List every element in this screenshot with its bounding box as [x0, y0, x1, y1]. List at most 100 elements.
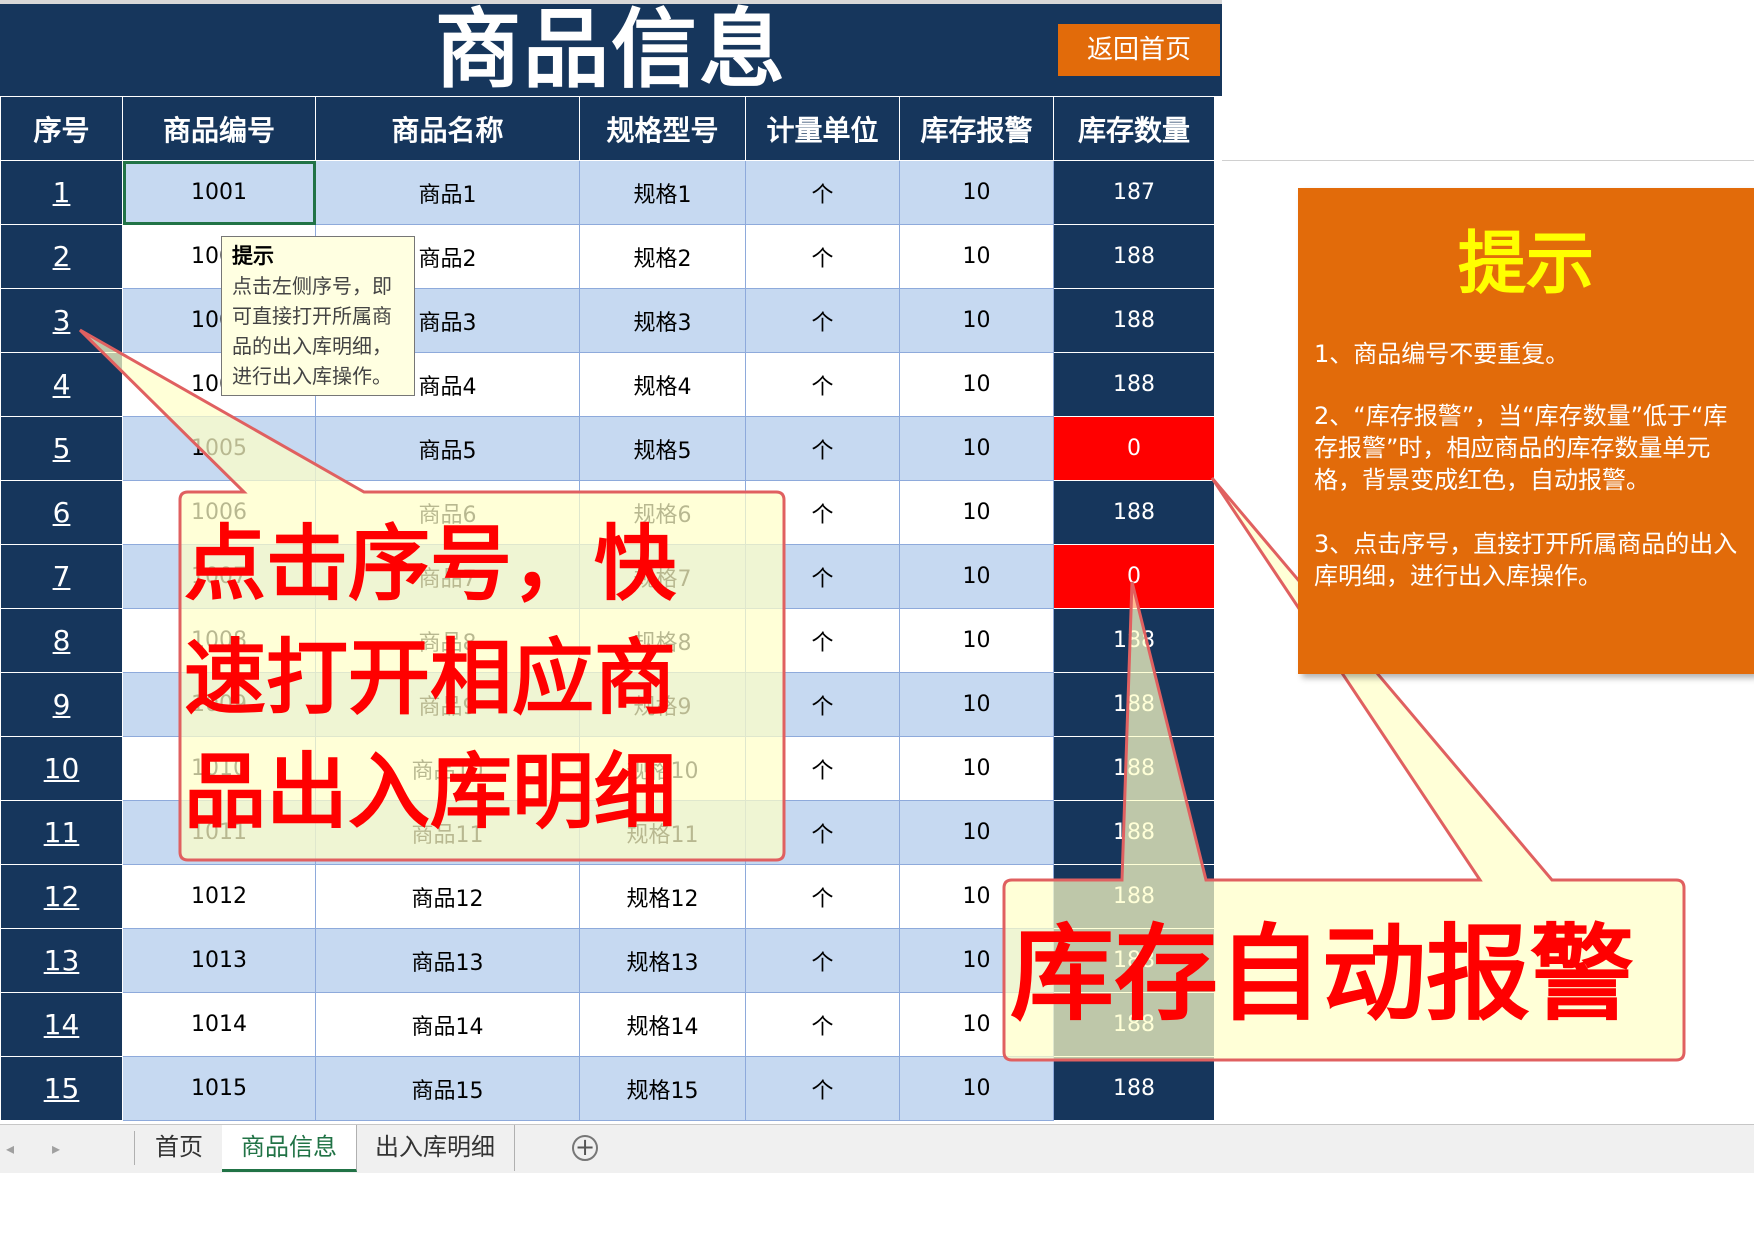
- cell-spec[interactable]: 规格12: [579, 864, 746, 929]
- comment-line: 进行出入库操作。: [232, 364, 392, 388]
- scroll-right-icon[interactable]: ▸: [52, 1139, 60, 1158]
- cell-alarm[interactable]: 10: [899, 736, 1054, 801]
- cell-unit[interactable]: 个: [745, 1056, 900, 1121]
- cell-qty[interactable]: 188: [1053, 288, 1215, 353]
- scroll-left-icon[interactable]: ◂: [6, 1139, 14, 1158]
- cell-spec[interactable]: 规格15: [579, 1056, 746, 1121]
- cell-spec[interactable]: 规格2: [579, 224, 746, 289]
- add-sheet-icon[interactable]: +: [572, 1135, 598, 1161]
- table-row: 15 1015 商品15 规格15 个 10 188: [0, 1056, 1215, 1121]
- row-seq-link[interactable]: 14: [0, 992, 123, 1057]
- return-home-button[interactable]: 返回首页: [1058, 24, 1220, 76]
- callout-left-text: 点击序号，快 速打开相应商 品出入库明细: [184, 508, 784, 850]
- row-seq-link[interactable]: 13: [0, 928, 123, 993]
- cell-unit[interactable]: 个: [745, 352, 900, 417]
- cell-qty[interactable]: 188: [1053, 672, 1215, 737]
- cell-alarm[interactable]: 10: [899, 608, 1054, 673]
- cell-code[interactable]: 1012: [122, 864, 316, 929]
- cell-unit[interactable]: 个: [745, 288, 900, 353]
- cell-spec[interactable]: 规格13: [579, 928, 746, 993]
- cell-alarm[interactable]: 10: [899, 480, 1054, 545]
- cell-code[interactable]: 1001: [122, 160, 316, 225]
- header-spec: 规格型号: [579, 96, 746, 161]
- cell-name[interactable]: 商品14: [315, 992, 580, 1057]
- comment-line: 点击左侧序号，即: [232, 274, 392, 298]
- cell-comment: 提示 点击左侧序号，即 可直接打开所属商 品的出入库明细， 进行出入库操作。: [221, 236, 415, 396]
- cell-qty[interactable]: 188: [1053, 224, 1215, 289]
- cell-unit[interactable]: 个: [745, 992, 900, 1057]
- cell-spec[interactable]: 规格14: [579, 992, 746, 1057]
- cell-qty[interactable]: 187: [1053, 160, 1215, 225]
- cell-alarm[interactable]: 10: [899, 416, 1054, 481]
- row-seq-link[interactable]: 11: [0, 800, 123, 865]
- cell-name[interactable]: 商品15: [315, 1056, 580, 1121]
- cell-alarm[interactable]: 10: [899, 1056, 1054, 1121]
- cell-unit[interactable]: 个: [745, 864, 900, 929]
- row-seq-link[interactable]: 5: [0, 416, 123, 481]
- row-seq-link[interactable]: 3: [0, 288, 123, 353]
- table-header-row: 序号 商品编号 商品名称 规格型号 计量单位 库存报警 库存数量: [0, 96, 1215, 161]
- cell-alarm[interactable]: 10: [899, 288, 1054, 353]
- row-seq-link[interactable]: 9: [0, 672, 123, 737]
- callout-line: 点击序号，快: [184, 517, 677, 612]
- cell-spec[interactable]: 规格1: [579, 160, 746, 225]
- cell-alarm[interactable]: 10: [899, 352, 1054, 417]
- row-seq-link[interactable]: 12: [0, 864, 123, 929]
- cell-qty[interactable]: 188: [1053, 800, 1215, 865]
- comment-line: 可直接打开所属商: [232, 304, 392, 328]
- cell-spec[interactable]: 规格5: [579, 416, 746, 481]
- cell-unit[interactable]: 个: [745, 928, 900, 993]
- header-qty: 库存数量: [1053, 96, 1215, 161]
- row-seq-link[interactable]: 6: [0, 480, 123, 545]
- cell-alarm[interactable]: 10: [899, 672, 1054, 737]
- cell-name[interactable]: 商品12: [315, 864, 580, 929]
- tip-item: 1、商品编号不要重复。: [1314, 340, 1570, 368]
- callout-line: 品出入库明细: [184, 745, 677, 840]
- cell-qty[interactable]: 188: [1053, 1056, 1215, 1121]
- cell-qty[interactable]: 0: [1053, 416, 1215, 481]
- cell-alarm[interactable]: 10: [899, 160, 1054, 225]
- callout-line: 速打开相应商: [184, 631, 677, 726]
- row-seq-link[interactable]: 15: [0, 1056, 123, 1121]
- cell-code[interactable]: 1005: [122, 416, 316, 481]
- tab-product-info[interactable]: 商品信息: [222, 1125, 357, 1172]
- cell-alarm[interactable]: 10: [899, 544, 1054, 609]
- cell-code[interactable]: 1013: [122, 928, 316, 993]
- cell-unit[interactable]: 个: [745, 160, 900, 225]
- tip-item: 2、“库存报警”，当“库存数量”低于“库存报警”时，相应商品的库存数量单元格，背…: [1314, 402, 1728, 494]
- header-code: 商品编号: [122, 96, 316, 161]
- header-unit: 计量单位: [745, 96, 900, 161]
- cell-name[interactable]: 商品13: [315, 928, 580, 993]
- cell-qty[interactable]: 0: [1053, 544, 1215, 609]
- cell-code[interactable]: 1014: [122, 992, 316, 1057]
- sheet-tab-bar: ◂ ▸ 首页 商品信息 出入库明细 +: [0, 1124, 1754, 1174]
- cell-alarm[interactable]: 10: [899, 224, 1054, 289]
- cell-unit[interactable]: 个: [745, 224, 900, 289]
- cell-code[interactable]: 1015: [122, 1056, 316, 1121]
- cell-qty[interactable]: 188: [1053, 480, 1215, 545]
- row-seq-link[interactable]: 4: [0, 352, 123, 417]
- cell-unit[interactable]: 个: [745, 416, 900, 481]
- cell-spec[interactable]: 规格4: [579, 352, 746, 417]
- table-row: 4 1004 商品4 规格4 个 10 188: [0, 352, 1215, 417]
- cell-qty[interactable]: 188: [1053, 736, 1215, 801]
- cell-qty[interactable]: 188: [1053, 608, 1215, 673]
- cell-alarm[interactable]: 10: [899, 800, 1054, 865]
- comment-title: 提示: [232, 244, 274, 268]
- cell-spec[interactable]: 规格3: [579, 288, 746, 353]
- callout-right-text: 库存自动报警: [1010, 913, 1635, 1035]
- table-row: 1 1001 商品1 规格1 个 10 187: [0, 160, 1215, 225]
- header-seq: 序号: [0, 96, 123, 161]
- cell-qty[interactable]: 188: [1053, 352, 1215, 417]
- row-seq-link[interactable]: 1: [0, 160, 123, 225]
- tab-home[interactable]: 首页: [136, 1125, 223, 1171]
- tab-stock-detail[interactable]: 出入库明细: [356, 1125, 515, 1171]
- header-name: 商品名称: [315, 96, 580, 161]
- row-seq-link[interactable]: 8: [0, 608, 123, 673]
- row-seq-link[interactable]: 10: [0, 736, 123, 801]
- cell-name[interactable]: 商品5: [315, 416, 580, 481]
- row-seq-link[interactable]: 2: [0, 224, 123, 289]
- page-title: 商品信息: [435, 0, 787, 100]
- cell-name[interactable]: 商品1: [315, 160, 580, 225]
- row-seq-link[interactable]: 7: [0, 544, 123, 609]
